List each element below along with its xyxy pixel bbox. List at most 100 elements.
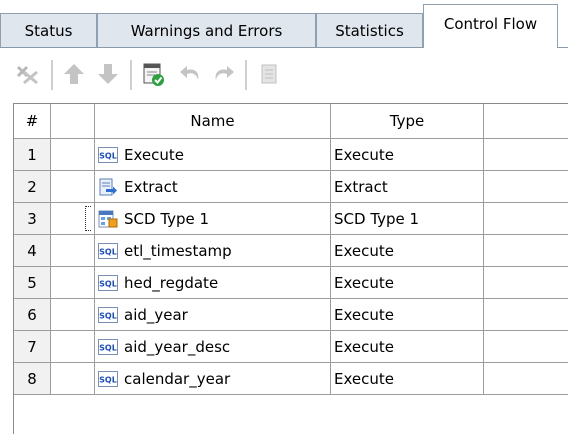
row-number[interactable]: 6	[14, 299, 51, 331]
extra-cell[interactable]	[484, 363, 568, 395]
undo-button[interactable]	[176, 58, 206, 90]
validate-icon	[143, 63, 164, 86]
type-cell[interactable]: Execute	[331, 331, 484, 363]
table-row[interactable]: 6 SQL aid_year Execute	[14, 299, 568, 331]
row-number[interactable]: 8	[14, 363, 51, 395]
column-header-name[interactable]: Name	[95, 104, 331, 139]
name-cell[interactable]: SCD Type 1	[95, 203, 331, 235]
name-text: Extract	[124, 177, 178, 196]
row-selector-cell[interactable]	[51, 139, 95, 171]
row-number[interactable]: 4	[14, 235, 51, 267]
row-number[interactable]: 7	[14, 331, 51, 363]
tab-label: Control Flow	[443, 14, 538, 33]
name-cell[interactable]: SQL Execute	[95, 139, 331, 171]
row-selector-cell[interactable]	[51, 363, 95, 395]
extra-cell[interactable]	[484, 299, 568, 331]
sql-icon: SQL	[98, 242, 118, 260]
column-header-number[interactable]: #	[14, 104, 51, 139]
table-row[interactable]: 8 SQL calendar_year Execute	[14, 363, 568, 395]
row-selector-cell[interactable]	[51, 171, 95, 203]
name-text: hed_regdate	[124, 273, 219, 292]
name-text: Execute	[124, 145, 184, 164]
row-selector-cell[interactable]	[51, 331, 95, 363]
toolbar	[0, 48, 568, 103]
extra-cell[interactable]	[484, 331, 568, 363]
column-header-type[interactable]: Type	[331, 104, 484, 139]
tab-statistics[interactable]: Statistics	[316, 13, 423, 47]
extra-cell[interactable]	[484, 171, 568, 203]
name-text: aid_year	[124, 305, 188, 324]
table-row[interactable]: 4 SQL etl_timestamp Execute	[14, 235, 568, 267]
focus-indicator	[85, 206, 91, 231]
properties-icon	[261, 64, 277, 84]
undo-icon	[180, 66, 199, 80]
type-cell[interactable]: SCD Type 1	[331, 203, 484, 235]
row-number[interactable]: 5	[14, 267, 51, 299]
extra-cell[interactable]	[484, 267, 568, 299]
tab-bar: Status Warnings and Errors Statistics Co…	[0, 0, 568, 50]
name-text: aid_year_desc	[124, 337, 231, 356]
tab-warnings-and-errors[interactable]: Warnings and Errors	[97, 13, 316, 47]
tab-label: Statistics	[335, 21, 404, 40]
svg-text:SQL: SQL	[99, 247, 117, 256]
name-text: calendar_year	[124, 369, 231, 388]
table-row[interactable]: 7 SQL aid_year_desc Execute	[14, 331, 568, 363]
properties-button[interactable]	[254, 58, 284, 90]
toolbar-separator	[51, 60, 53, 90]
toolbar-separator	[245, 60, 247, 90]
tab-status[interactable]: Status	[0, 13, 97, 47]
tab-control-flow[interactable]: Control Flow	[423, 4, 558, 48]
row-selector-cell[interactable]	[51, 299, 95, 331]
extra-cell[interactable]	[484, 235, 568, 267]
table-row[interactable]: 5 SQL hed_regdate Execute	[14, 267, 568, 299]
table-row[interactable]: 3 SCD Type 1 SCD Type 1	[14, 203, 568, 235]
sql-icon: SQL	[98, 306, 118, 324]
name-text: SCD Type 1	[124, 209, 210, 228]
type-cell[interactable]: Execute	[331, 235, 484, 267]
name-text: etl_timestamp	[124, 241, 232, 260]
name-cell[interactable]: SQL calendar_year	[95, 363, 331, 395]
type-cell[interactable]: Execute	[331, 363, 484, 395]
type-cell[interactable]: Execute	[331, 267, 484, 299]
extra-cell[interactable]	[484, 203, 568, 235]
name-cell[interactable]: SQL aid_year_desc	[95, 331, 331, 363]
svg-text:SQL: SQL	[99, 375, 117, 384]
svg-text:SQL: SQL	[99, 151, 117, 160]
scd-icon	[98, 210, 118, 228]
type-cell[interactable]: Execute	[331, 139, 484, 171]
sql-icon: SQL	[98, 274, 118, 292]
remove-icon	[16, 65, 38, 85]
name-cell[interactable]: SQL hed_regdate	[95, 267, 331, 299]
name-cell[interactable]: SQL aid_year	[95, 299, 331, 331]
svg-text:SQL: SQL	[99, 311, 117, 320]
row-number[interactable]: 2	[14, 171, 51, 203]
move-down-icon	[98, 64, 118, 84]
remove-button[interactable]	[13, 58, 43, 90]
name-cell[interactable]: SQL etl_timestamp	[95, 235, 331, 267]
row-selector-cell[interactable]	[51, 267, 95, 299]
type-cell[interactable]: Extract	[331, 171, 484, 203]
redo-button[interactable]	[208, 58, 238, 90]
column-header-select[interactable]	[51, 104, 95, 139]
toolbar-separator	[130, 60, 132, 90]
table-row[interactable]: 1 SQL Execute Execute	[14, 139, 568, 171]
validate-button[interactable]	[138, 58, 168, 90]
row-selector-cell[interactable]	[51, 235, 95, 267]
type-cell[interactable]: Execute	[331, 299, 484, 331]
move-down-button[interactable]	[93, 58, 123, 90]
name-cell[interactable]: Extract	[95, 171, 331, 203]
header-row: # Name Type	[14, 104, 568, 139]
row-number[interactable]: 1	[14, 139, 51, 171]
extra-cell[interactable]	[484, 139, 568, 171]
sql-icon: SQL	[98, 338, 118, 356]
redo-icon	[215, 66, 234, 80]
move-up-button[interactable]	[59, 58, 89, 90]
control-flow-grid: # Name Type 1 SQL Execute Execute 2 Extrac…	[13, 103, 568, 434]
sql-icon: SQL	[98, 370, 118, 388]
row-selector-cell[interactable]	[51, 203, 95, 235]
move-up-icon	[64, 64, 84, 84]
row-number[interactable]: 3	[14, 203, 51, 235]
table-row[interactable]: 2 Extract Extract	[14, 171, 568, 203]
extract-icon	[98, 178, 118, 196]
column-header-extra[interactable]	[484, 104, 568, 139]
